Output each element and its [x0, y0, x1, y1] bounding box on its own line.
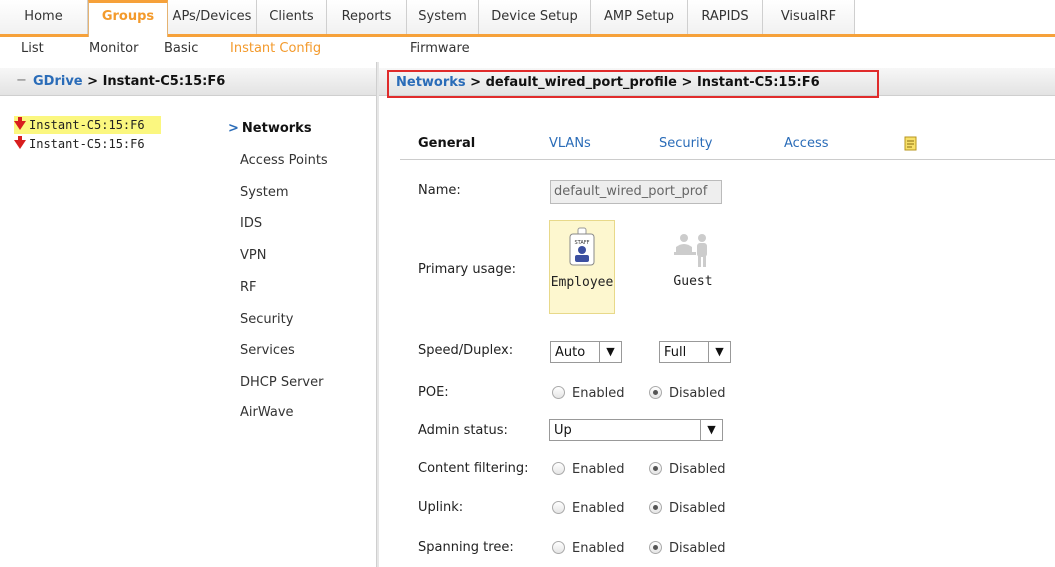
radio-icon: [552, 462, 565, 475]
tab-aps-devices[interactable]: APs/Devices: [168, 0, 257, 34]
tree-item-device[interactable]: Instant-C5:15:F6: [14, 135, 145, 153]
guest-label: Guest: [673, 274, 713, 289]
content-filtering-label: Content filtering:: [418, 461, 529, 476]
breadcrumb-current: Instant-C5:15:F6: [102, 74, 226, 89]
usage-employee[interactable]: STAFF Employee: [549, 220, 615, 314]
poe-label: POE:: [418, 385, 449, 400]
admin-status-label: Admin status:: [418, 423, 508, 438]
chevron-down-icon: ▼: [599, 342, 621, 362]
radio-selected-icon: [649, 541, 662, 554]
menu-label: Networks: [241, 121, 312, 136]
spanning-tree-enabled-radio[interactable]: Enabled: [552, 540, 625, 558]
radio-selected-icon: [649, 501, 662, 514]
menu-ids[interactable]: IDS: [240, 216, 262, 231]
radio-label: Enabled: [572, 386, 625, 401]
gdrive-link[interactable]: GDrive: [33, 74, 83, 89]
menu-access-points[interactable]: Access Points: [240, 153, 328, 168]
speed-select[interactable]: Auto ▼: [550, 341, 622, 363]
duplex-value: Full: [664, 345, 687, 360]
tab-access[interactable]: Access: [784, 136, 829, 151]
uplink-disabled-radio[interactable]: Disabled: [649, 500, 725, 518]
menu-services[interactable]: Services: [240, 343, 295, 358]
tab-device-setup[interactable]: Device Setup: [479, 0, 591, 34]
admin-status-value: Up: [554, 423, 572, 438]
subtab-monitor[interactable]: Monitor: [89, 41, 138, 56]
left-panel-header: − GDrive > Instant-C5:15:F6: [0, 68, 376, 96]
radio-label: Enabled: [572, 462, 625, 477]
speed-value: Auto: [555, 345, 586, 360]
radio-selected-icon: [649, 386, 662, 399]
guest-icon: [674, 234, 707, 267]
staff-badge-icon: STAFF: [569, 227, 595, 266]
name-label: Name:: [418, 183, 461, 198]
radio-label: Disabled: [669, 541, 726, 556]
tab-system[interactable]: System: [407, 0, 479, 34]
uplink-enabled-radio[interactable]: Enabled: [552, 500, 625, 518]
top-navigation: Home Groups APs/Devices Clients Reports …: [0, 0, 1055, 37]
device-down-icon: [14, 136, 26, 149]
radio-label: Disabled: [669, 386, 726, 401]
menu-dhcp-server[interactable]: DHCP Server: [240, 375, 323, 390]
name-field[interactable]: default_wired_port_prof: [550, 180, 722, 204]
menu-networks[interactable]: > Networks: [228, 121, 312, 136]
subtab-firmware[interactable]: Firmware: [410, 41, 470, 56]
subtab-basic[interactable]: Basic: [164, 41, 198, 56]
tree-item-label: Instant-C5:15:F6: [29, 118, 145, 132]
tree-item-device[interactable]: Instant-C5:15:F6: [14, 116, 161, 134]
tab-rapids[interactable]: RAPIDS: [688, 0, 763, 34]
uplink-label: Uplink:: [418, 500, 464, 515]
admin-status-select[interactable]: Up ▼: [549, 419, 723, 441]
duplex-select[interactable]: Full ▼: [659, 341, 731, 363]
content-filtering-disabled-radio[interactable]: Disabled: [649, 461, 725, 479]
content-filtering-enabled-radio[interactable]: Enabled: [552, 461, 625, 479]
poe-disabled-radio[interactable]: Disabled: [649, 385, 725, 403]
tab-visualrf[interactable]: VisualRF: [763, 0, 855, 34]
menu-rf[interactable]: RF: [240, 280, 257, 295]
radio-label: Disabled: [669, 501, 726, 516]
menu-vpn[interactable]: VPN: [240, 248, 266, 263]
tab-security[interactable]: Security: [659, 136, 712, 151]
menu-system[interactable]: System: [240, 185, 288, 200]
sub-navigation: List Monitor Basic Instant Config Firmwa…: [0, 37, 1055, 62]
tab-reports[interactable]: Reports: [327, 0, 407, 34]
chevron-right-icon: >: [228, 121, 239, 136]
primary-usage-label: Primary usage:: [418, 262, 516, 277]
tab-general[interactable]: General: [418, 136, 475, 151]
speed-duplex-label: Speed/Duplex:: [418, 343, 514, 358]
notes-icon[interactable]: [904, 136, 918, 151]
tab-vlans[interactable]: VLANs: [549, 136, 591, 151]
tab-home[interactable]: Home: [0, 0, 88, 34]
radio-label: Enabled: [572, 501, 625, 516]
usage-guest[interactable]: Guest: [660, 220, 726, 314]
breadcrumb-highlight: [387, 70, 879, 98]
subtab-list[interactable]: List: [21, 41, 44, 56]
menu-airwave[interactable]: AirWave: [240, 405, 294, 420]
panel-divider[interactable]: [376, 62, 379, 567]
tab-underline: [400, 159, 1055, 160]
tree-item-label: Instant-C5:15:F6: [29, 137, 145, 151]
tab-amp-setup[interactable]: AMP Setup: [591, 0, 688, 34]
breadcrumb-separator: >: [82, 74, 103, 89]
tab-groups[interactable]: Groups: [88, 0, 168, 37]
employee-label: Employee: [550, 275, 614, 290]
chevron-down-icon: ▼: [700, 420, 722, 440]
group-breadcrumb: GDrive > Instant-C5:15:F6: [33, 74, 225, 89]
radio-icon: [552, 541, 565, 554]
collapse-icon[interactable]: −: [16, 73, 27, 88]
spanning-tree-label: Spanning tree:: [418, 540, 514, 555]
radio-icon: [552, 386, 565, 399]
radio-label: Disabled: [669, 462, 726, 477]
device-down-icon: [14, 117, 26, 130]
radio-label: Enabled: [572, 541, 625, 556]
poe-enabled-radio[interactable]: Enabled: [552, 385, 625, 403]
radio-icon: [552, 501, 565, 514]
menu-security[interactable]: Security: [240, 312, 293, 327]
staff-badge-text: STAFF: [574, 240, 589, 246]
subtab-instant-config[interactable]: Instant Config: [230, 41, 321, 56]
chevron-down-icon: ▼: [708, 342, 730, 362]
spanning-tree-disabled-radio[interactable]: Disabled: [649, 540, 725, 558]
radio-selected-icon: [649, 462, 662, 475]
tab-clients[interactable]: Clients: [257, 0, 327, 34]
